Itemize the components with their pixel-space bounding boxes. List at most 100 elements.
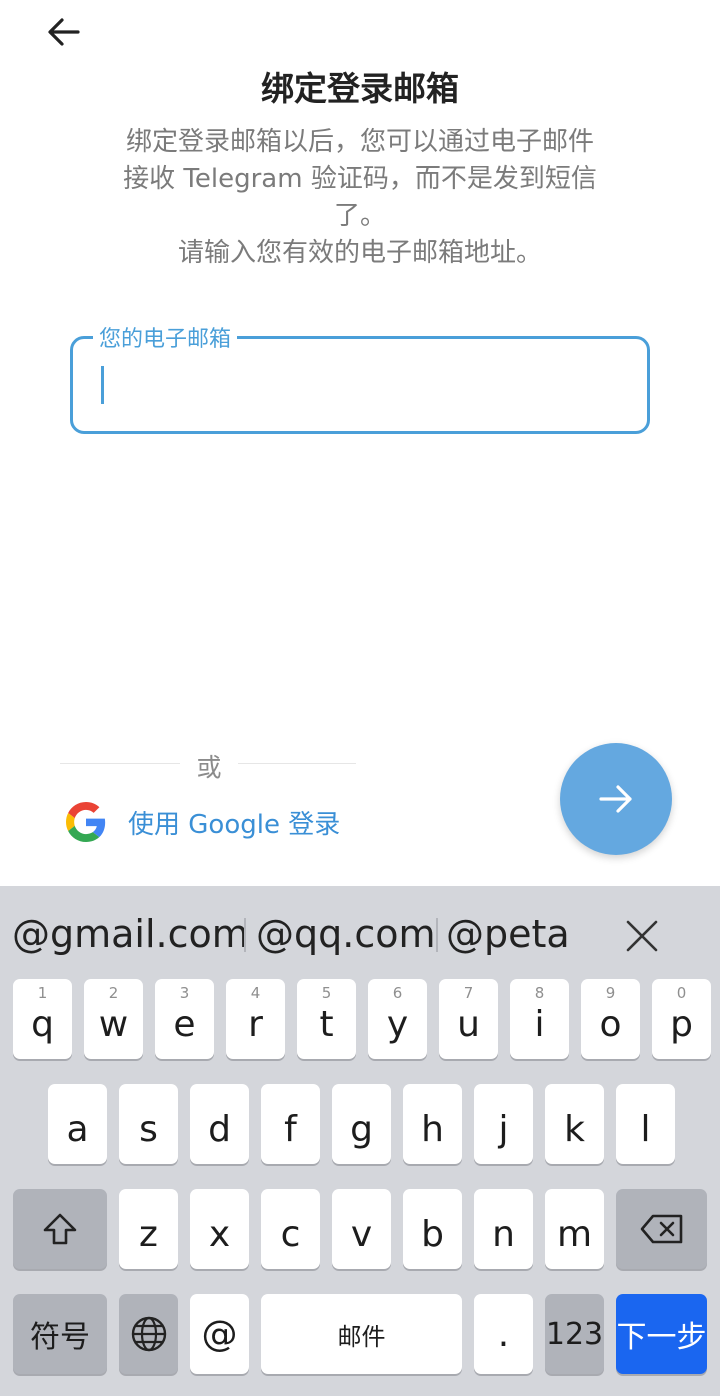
key-a[interactable]: a bbox=[48, 1084, 107, 1164]
key-char: e bbox=[173, 1003, 196, 1045]
key-number: 5 bbox=[321, 984, 332, 1002]
key-char: c bbox=[280, 1213, 301, 1255]
google-sign-in-button[interactable]: 使用 Google 登录 bbox=[66, 800, 340, 844]
description-line: 了。 bbox=[333, 201, 386, 231]
key-number: 9 bbox=[605, 984, 616, 1002]
key-char: d bbox=[208, 1108, 231, 1150]
key-char: v bbox=[350, 1213, 373, 1255]
key-s[interactable]: s bbox=[119, 1084, 178, 1164]
email-field-container[interactable]: 您的电子邮箱 bbox=[70, 321, 650, 434]
key-i[interactable]: 8i bbox=[510, 979, 569, 1059]
numbers-key-label: 123 bbox=[545, 1316, 604, 1352]
key-char: r bbox=[248, 1003, 263, 1045]
key-char: a bbox=[66, 1108, 89, 1150]
key-char: g bbox=[350, 1108, 373, 1150]
next-button[interactable] bbox=[560, 743, 672, 855]
page-description: 绑定登录邮箱以后，您可以通过电子邮件 接收 Telegram 验证码，而不是发到… bbox=[100, 124, 620, 272]
suggestion-item[interactable]: @peta bbox=[446, 912, 570, 956]
at-key-label: @ bbox=[201, 1313, 238, 1355]
email-input[interactable] bbox=[95, 365, 615, 405]
shift-icon bbox=[43, 1213, 77, 1245]
key-char: u bbox=[457, 1003, 480, 1045]
key-u[interactable]: 7u bbox=[439, 979, 498, 1059]
symbols-key-label: 符号 bbox=[30, 1320, 90, 1355]
key-char: y bbox=[386, 1003, 409, 1045]
at-key[interactable]: @ bbox=[190, 1294, 249, 1374]
key-z[interactable]: z bbox=[119, 1189, 178, 1269]
suggestion-item[interactable]: @qq.com bbox=[256, 912, 435, 956]
key-j[interactable]: j bbox=[474, 1084, 533, 1164]
globe-icon bbox=[131, 1316, 166, 1352]
key-h[interactable]: h bbox=[403, 1084, 462, 1164]
key-number: 0 bbox=[676, 984, 687, 1002]
or-divider: 或 bbox=[60, 748, 356, 782]
key-d[interactable]: d bbox=[190, 1084, 249, 1164]
space-key[interactable]: 邮件 bbox=[261, 1294, 462, 1374]
key-number: 6 bbox=[392, 984, 403, 1002]
symbols-key[interactable]: 符号 bbox=[13, 1294, 107, 1374]
key-f[interactable]: f bbox=[261, 1084, 320, 1164]
key-w[interactable]: 2w bbox=[84, 979, 143, 1059]
arrow-left-icon bbox=[48, 18, 80, 46]
divider-line-right bbox=[238, 763, 356, 764]
key-p[interactable]: 0p bbox=[652, 979, 711, 1059]
key-n[interactable]: n bbox=[474, 1189, 533, 1269]
key-char: w bbox=[98, 1003, 129, 1045]
key-k[interactable]: k bbox=[545, 1084, 604, 1164]
suggestion-separator bbox=[436, 918, 438, 952]
key-x[interactable]: x bbox=[190, 1189, 249, 1269]
key-l[interactable]: l bbox=[616, 1084, 675, 1164]
key-char: q bbox=[31, 1003, 54, 1045]
key-c[interactable]: c bbox=[261, 1189, 320, 1269]
key-g[interactable]: g bbox=[332, 1084, 391, 1164]
key-char: p bbox=[670, 1003, 693, 1045]
key-char: h bbox=[421, 1108, 444, 1150]
key-q[interactable]: 1q bbox=[13, 979, 72, 1059]
keyboard-next-key-label: 下一步 bbox=[616, 1320, 707, 1355]
arrow-right-icon bbox=[599, 785, 632, 813]
key-char: f bbox=[284, 1108, 297, 1150]
google-logo-icon bbox=[66, 802, 106, 842]
dot-key[interactable]: . bbox=[474, 1294, 533, 1374]
key-v[interactable]: v bbox=[332, 1189, 391, 1269]
key-number: 1 bbox=[37, 984, 48, 1002]
key-y[interactable]: 6y bbox=[368, 979, 427, 1059]
key-char: i bbox=[534, 1003, 545, 1045]
key-number: 8 bbox=[534, 984, 545, 1002]
keyboard-next-key[interactable]: 下一步 bbox=[616, 1294, 707, 1374]
suggestion-bar: @gmail.com @qq.com @peta bbox=[0, 886, 720, 982]
suggestion-item[interactable]: @gmail.com bbox=[12, 912, 249, 956]
backspace-key[interactable] bbox=[616, 1189, 707, 1269]
close-icon[interactable] bbox=[620, 914, 664, 958]
email-field-label: 您的电子邮箱 bbox=[93, 321, 238, 353]
key-t[interactable]: 5t bbox=[297, 979, 356, 1059]
key-o[interactable]: 9o bbox=[581, 979, 640, 1059]
backspace-icon bbox=[640, 1214, 682, 1244]
back-button[interactable] bbox=[40, 10, 88, 54]
description-line: 接收 Telegram 验证码，而不是发到短信 bbox=[123, 164, 597, 194]
key-r[interactable]: 4r bbox=[226, 979, 285, 1059]
key-char: o bbox=[599, 1003, 622, 1045]
key-m[interactable]: m bbox=[545, 1189, 604, 1269]
language-key[interactable] bbox=[119, 1294, 178, 1374]
key-number: 7 bbox=[463, 984, 474, 1002]
key-number: 2 bbox=[108, 984, 119, 1002]
key-char: j bbox=[498, 1108, 509, 1150]
key-char: n bbox=[492, 1213, 515, 1255]
key-b[interactable]: b bbox=[403, 1189, 462, 1269]
text-caret bbox=[101, 366, 104, 404]
google-sign-in-label: 使用 Google 登录 bbox=[128, 809, 341, 840]
soft-keyboard: @gmail.com @qq.com @peta 1q 2w 3e 4r 5t … bbox=[0, 886, 720, 1396]
key-number: 4 bbox=[250, 984, 261, 1002]
key-char: t bbox=[319, 1003, 334, 1045]
description-line: 请输入您有效的电子邮箱地址。 bbox=[177, 238, 542, 268]
divider-line-left bbox=[60, 763, 180, 764]
key-char: m bbox=[556, 1213, 593, 1255]
description-line: 绑定登录邮箱以后，您可以通过电子邮件 bbox=[125, 127, 594, 157]
key-e[interactable]: 3e bbox=[155, 979, 214, 1059]
shift-key[interactable] bbox=[13, 1189, 107, 1269]
key-char: z bbox=[139, 1213, 158, 1255]
numbers-key[interactable]: 123 bbox=[545, 1294, 604, 1374]
key-number: 3 bbox=[179, 984, 190, 1002]
page-title: 绑定登录邮箱 bbox=[261, 69, 459, 108]
